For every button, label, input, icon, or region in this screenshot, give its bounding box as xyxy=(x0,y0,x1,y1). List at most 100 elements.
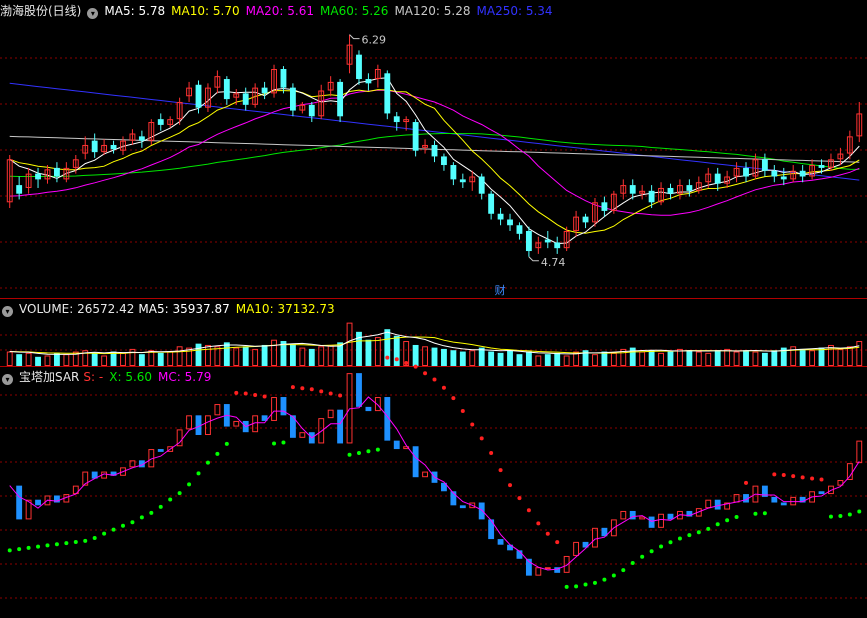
sar-dot xyxy=(26,545,31,550)
tower-block xyxy=(233,420,240,427)
candle-body xyxy=(818,165,825,168)
ma120-legend: MA120: 5.28 xyxy=(394,4,471,18)
low-label: 4.74 xyxy=(541,256,566,269)
volume-bar xyxy=(733,351,740,366)
candle-body xyxy=(308,104,315,117)
volume-bar xyxy=(271,339,277,367)
sar-dot xyxy=(54,542,59,547)
tower-block xyxy=(271,397,277,421)
candle-body xyxy=(16,185,23,194)
sar-dot xyxy=(555,540,560,545)
candle-body xyxy=(544,239,551,243)
sar-dot xyxy=(479,436,484,441)
volume-bar xyxy=(677,348,683,366)
candle-body xyxy=(242,93,249,105)
sar-dot xyxy=(583,582,588,587)
candle-body xyxy=(223,79,230,100)
tower-block xyxy=(186,415,192,430)
volume-bar xyxy=(488,351,495,366)
volume-bar xyxy=(743,350,749,366)
tower-block xyxy=(422,471,428,478)
sar-dot xyxy=(744,480,749,485)
volume-bar xyxy=(205,344,211,367)
candle-body xyxy=(384,73,391,114)
sar-dot xyxy=(290,385,295,390)
candle-body xyxy=(582,216,589,223)
volume-bar xyxy=(695,351,702,366)
chevron-down-icon[interactable]: ▾ xyxy=(2,306,13,317)
vol-ma5-legend: MA5: 35937.87 xyxy=(138,302,230,316)
chevron-down-icon[interactable]: ▾ xyxy=(2,374,13,385)
tower-block xyxy=(573,541,580,556)
tower-block xyxy=(535,567,542,576)
tower-block xyxy=(412,446,419,478)
tower-block xyxy=(488,519,495,540)
sar-mc-legend: MC: 5.79 xyxy=(158,370,212,384)
volume-bar xyxy=(828,344,834,367)
sar-dot xyxy=(781,472,786,477)
high-pointer xyxy=(349,34,360,40)
candle-body xyxy=(714,173,721,184)
volume-bar xyxy=(308,348,315,366)
candle-body xyxy=(761,159,768,171)
volume-bar xyxy=(44,355,51,367)
tower-block xyxy=(299,432,306,438)
candle-body xyxy=(554,242,561,249)
sar-dot xyxy=(762,511,767,516)
sar-dot xyxy=(328,391,333,396)
finance-marker: 财 xyxy=(495,283,506,297)
sar-dot xyxy=(196,471,201,476)
candle-body xyxy=(629,185,636,194)
volume-bar xyxy=(138,354,145,366)
sar-dot xyxy=(111,527,116,532)
volume-bar xyxy=(91,352,98,366)
volume-bar xyxy=(724,348,731,366)
tower-block xyxy=(393,440,400,450)
volume-bar xyxy=(601,351,608,366)
sar-dot xyxy=(800,475,805,480)
sar-dot xyxy=(725,518,730,523)
volume-bar xyxy=(497,352,504,366)
sar-dot xyxy=(687,533,692,538)
volume-bar xyxy=(554,352,561,366)
panel1-title: 渤海股份(日线) xyxy=(0,4,82,18)
sar-dot xyxy=(73,539,78,544)
candle-body xyxy=(157,119,164,125)
volume-bar xyxy=(639,351,646,366)
tower-block xyxy=(818,491,825,495)
volume-bar xyxy=(365,339,372,366)
volume-bar xyxy=(592,354,598,366)
chevron-down-icon[interactable]: ▾ xyxy=(87,8,99,19)
sar-dot xyxy=(649,549,654,554)
tower-block xyxy=(356,373,362,407)
sar-dot xyxy=(234,390,239,395)
volume-bar xyxy=(525,351,532,366)
volume-bar xyxy=(289,343,296,366)
tower-block xyxy=(337,409,344,444)
tower-block xyxy=(205,415,211,436)
sar-dot xyxy=(375,447,380,452)
tower-block xyxy=(846,463,853,481)
sar-dot xyxy=(772,472,777,477)
volume-bar xyxy=(101,355,108,367)
tower-block xyxy=(705,499,712,509)
sar-dot xyxy=(423,371,428,376)
sar-x-legend: X: 5.60 xyxy=(109,370,153,384)
volume-bar xyxy=(25,352,32,367)
volume-bar xyxy=(856,341,863,366)
sar-dot xyxy=(828,514,833,519)
candle-body xyxy=(743,167,749,177)
panel3-legend: ▾ 宝塔加SAR S: - X: 5.60 MC: 5.79 xyxy=(0,368,217,386)
volume-bar xyxy=(261,344,268,366)
candle-body xyxy=(507,219,513,226)
tower-block xyxy=(478,502,485,520)
sar-dot xyxy=(668,540,673,545)
tower-block xyxy=(639,516,646,520)
candle-body xyxy=(667,187,674,194)
tower-block xyxy=(620,510,627,520)
candle-body xyxy=(289,87,296,111)
sar-dot xyxy=(470,422,475,427)
candle-body xyxy=(280,69,287,88)
sar-dot xyxy=(753,511,758,516)
volume-bar xyxy=(384,329,391,366)
